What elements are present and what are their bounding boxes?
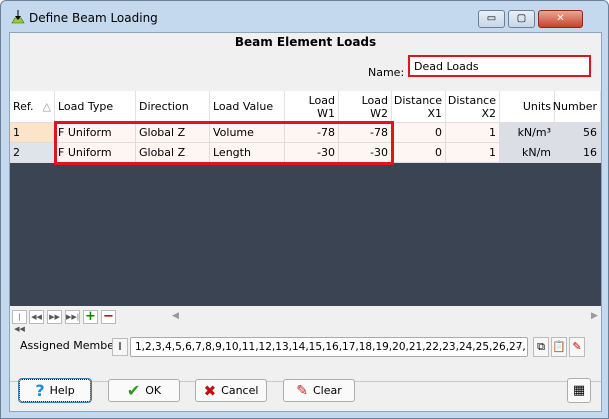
table-cell[interactable]: kN/m³ <box>500 123 555 143</box>
maximize-button[interactable]: ▢ <box>508 10 535 28</box>
checkmark-icon: ✔ <box>126 381 141 400</box>
name-label: Name: <box>368 66 405 79</box>
table-cell[interactable]: 56 <box>555 123 601 143</box>
column-header[interactable]: Distance X2 <box>446 91 500 123</box>
assigned-members-combo[interactable]: 1,2,3,4,5,6,7,8,9,10,11,12,13,14,15,16,1… <box>130 337 528 357</box>
table-cell[interactable]: 1 <box>10 123 55 143</box>
column-header[interactable]: Number <box>553 91 601 123</box>
column-header[interactable]: Units <box>500 91 555 123</box>
text-cursor-icon[interactable]: I <box>112 338 128 356</box>
table-cell[interactable]: 0 <box>392 143 446 163</box>
table-cell[interactable]: 1 <box>446 123 500 143</box>
chevron-down-icon[interactable]: ⌄ <box>514 340 523 352</box>
beam-load-icon <box>11 10 25 24</box>
add-record-icon[interactable]: + <box>83 310 98 324</box>
column-header[interactable]: Direction <box>136 91 210 123</box>
grid-navigator: |◀◀ ◀◀ ▶▶ ▶▶| + − ◀ ▶ <box>10 306 601 333</box>
erase-icon[interactable]: ✎ <box>569 337 585 357</box>
table-cell[interactable]: 1 <box>446 143 500 163</box>
table-cell[interactable]: F Uniform <box>55 143 136 163</box>
column-header[interactable]: Load W2 <box>339 91 392 123</box>
help-icon: ? <box>35 381 45 400</box>
dialog-window: Define Beam Loading ▭ ▢ ✕ Beam Element L… <box>0 0 609 419</box>
table-cell[interactable]: 0 <box>392 123 446 143</box>
table-cell[interactable]: Volume <box>210 123 285 143</box>
column-header[interactable]: Load Type <box>55 91 136 123</box>
calculator-button[interactable]: ▦ <box>567 378 591 403</box>
table-cell[interactable]: kN/m <box>500 143 555 163</box>
minimize-button[interactable]: ▭ <box>478 10 505 28</box>
table-cell[interactable]: 16 <box>555 143 601 163</box>
section-heading: Beam Element Loads <box>234 35 377 49</box>
paste-icon[interactable]: 📋 <box>551 337 567 357</box>
clear-button[interactable]: ✎ Clear <box>283 379 355 402</box>
eraser-icon: ✎ <box>296 382 308 399</box>
x-icon: ✖ <box>203 381 217 400</box>
close-button[interactable]: ✕ <box>538 10 583 28</box>
scroll-right-arrow[interactable]: ▶ <box>591 311 598 321</box>
table-cell[interactable]: Length <box>210 143 285 163</box>
dialog-content: Beam Element Loads Name: Dead Loads Ref.… <box>9 32 602 412</box>
help-label: Help <box>49 384 75 397</box>
last-record-button[interactable]: ▶▶| <box>65 310 80 324</box>
table-cell[interactable]: -30 <box>285 143 339 163</box>
first-record-button[interactable]: |◀◀ <box>12 310 27 333</box>
ok-label: OK <box>145 384 162 397</box>
next-record-button[interactable]: ▶▶ <box>47 310 62 324</box>
cancel-button[interactable]: ✖ Cancel <box>195 379 267 402</box>
column-header[interactable]: Distance X1 <box>392 91 446 123</box>
copy-icon[interactable]: ⧉ <box>533 337 549 357</box>
table-cell[interactable]: 2 <box>10 143 55 163</box>
ok-button[interactable]: ✔ OK <box>108 379 180 402</box>
table-cell[interactable]: F Uniform <box>55 123 136 143</box>
table-cell[interactable]: -78 <box>339 123 392 143</box>
table-cell[interactable]: Global Z <box>136 123 210 143</box>
prev-record-button[interactable]: ◀◀ <box>29 310 44 324</box>
scroll-left-arrow[interactable]: ◀ <box>172 311 179 321</box>
table-cell[interactable]: -30 <box>339 143 392 163</box>
column-header[interactable]: Load Value <box>210 91 285 123</box>
window-title: Define Beam Loading <box>29 11 158 25</box>
calculator-icon: ▦ <box>572 383 586 398</box>
delete-record-icon[interactable]: − <box>101 310 116 324</box>
column-header[interactable]: Load W1 <box>285 91 339 123</box>
clear-label: Clear <box>312 384 342 397</box>
loads-grid: Ref. △ Load Type Direction Load Value Load W1… <box>10 91 601 306</box>
table-cell[interactable]: Global Z <box>136 143 210 163</box>
sort-icon: △ <box>42 100 51 113</box>
cancel-label: Cancel <box>221 384 259 397</box>
name-input[interactable]: Dead Loads <box>408 55 591 77</box>
table-cell[interactable]: -78 <box>285 123 339 143</box>
column-header[interactable]: Ref. △ <box>10 91 55 123</box>
help-button[interactable]: ? Help <box>18 378 92 403</box>
assigned-members-value: 1,2,3,4,5,6,7,8,9,10,11,12,13,14,15,16,1… <box>135 341 526 353</box>
